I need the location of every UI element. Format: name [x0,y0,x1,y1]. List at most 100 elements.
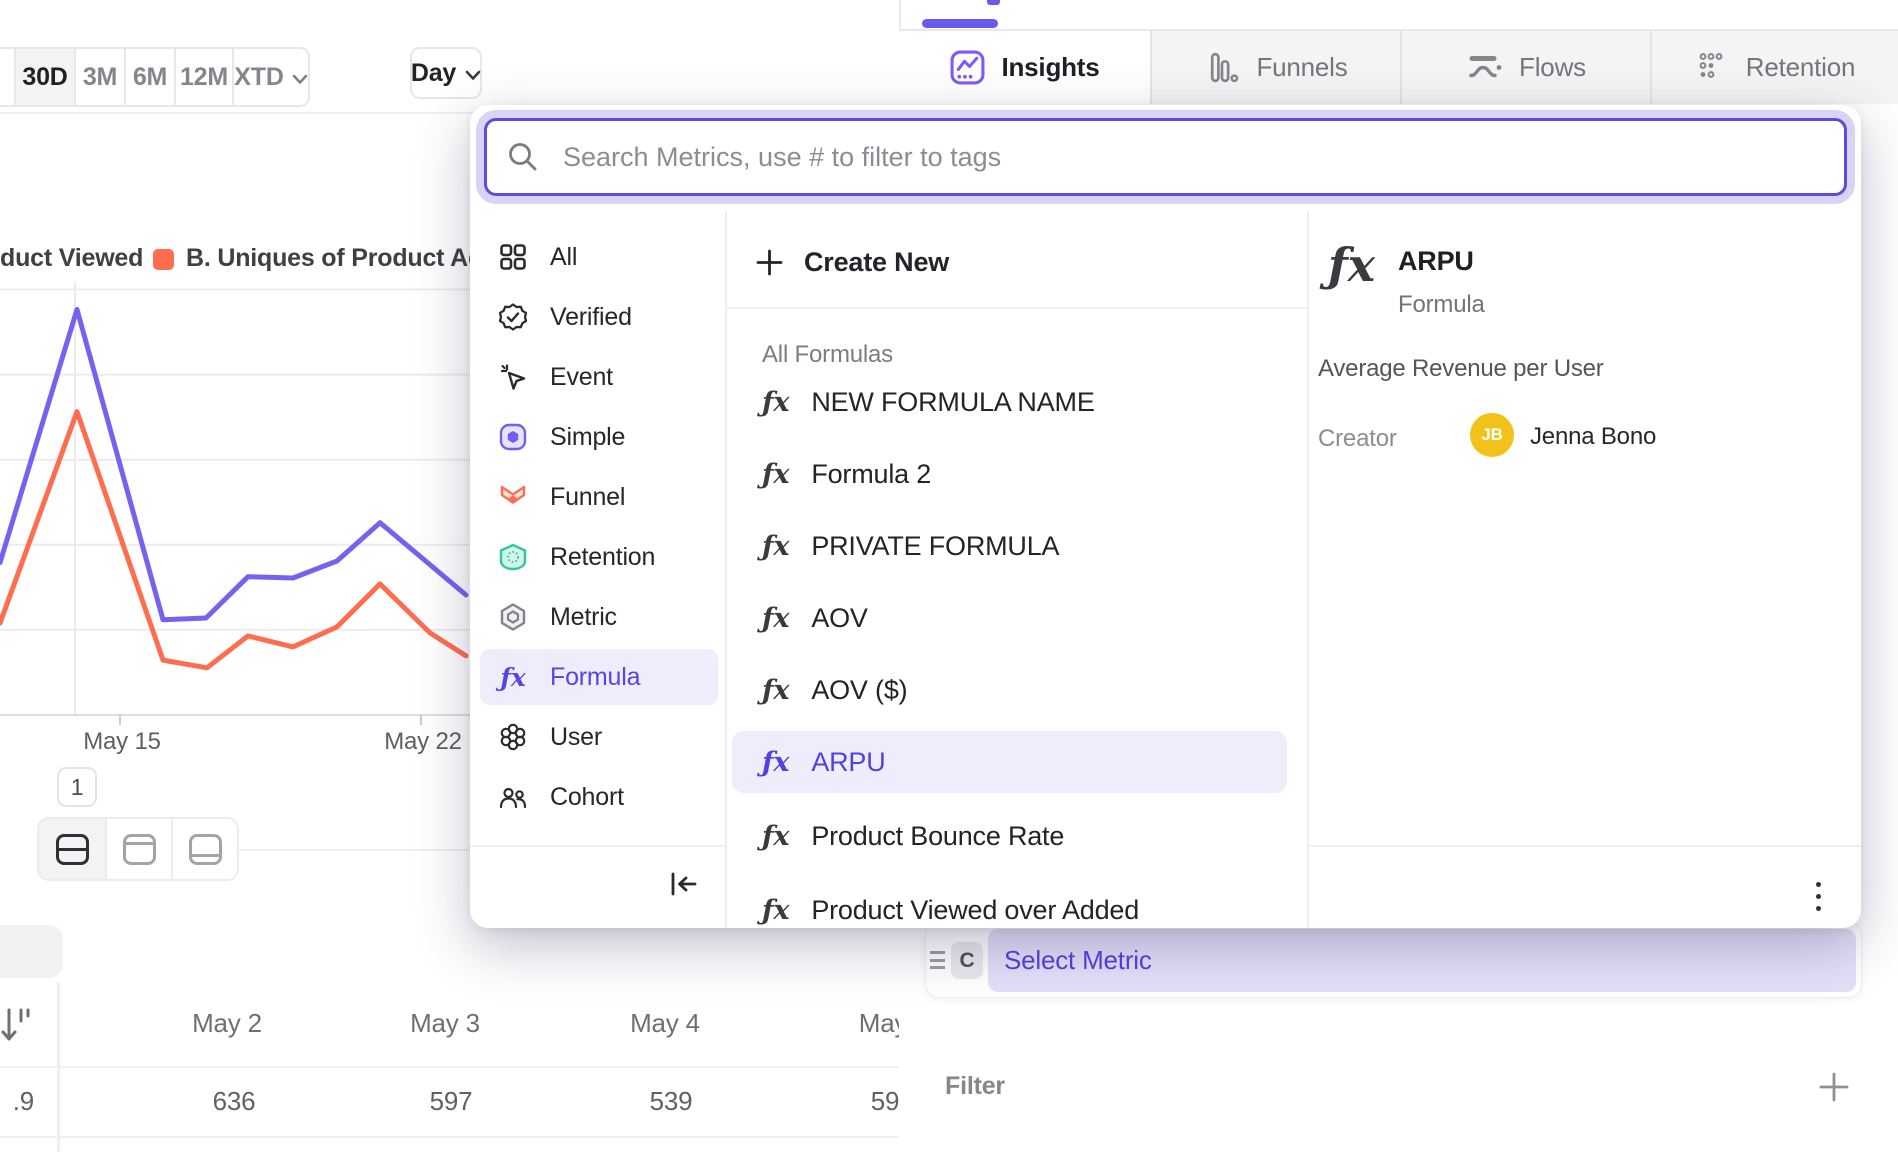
formula-fx-icon: ƒx [762,531,789,562]
table-frozen-column-divider [57,982,60,1152]
section-divider [237,849,470,851]
date-range-partial[interactable] [0,49,14,105]
legend-swatch-b [153,249,174,270]
formula-fx-icon: ƒx [762,747,789,778]
sort-descending-icon[interactable] [1,1004,31,1046]
sidebar-item-funnel[interactable]: Funnel [480,469,718,525]
tab-insights[interactable]: Insights [899,31,1150,104]
table-row-divider [0,1136,899,1138]
date-range-30d[interactable]: 30D [14,49,74,105]
table-header-partial[interactable]: May [783,1008,899,1039]
tab-funnels[interactable]: Funnels [1150,31,1400,104]
creator-label: Creator [1318,425,1397,453]
app-screen: 30D 3M 6M 12M XTD Day duct Viewed B. Uni… [0,0,1898,1152]
sidebar-item-label: Cohort [550,783,624,812]
collapse-left-icon [668,870,700,898]
legend-series-a[interactable]: duct Viewed [0,244,143,273]
sidebar-item-all[interactable]: All [480,229,718,285]
sidebar-item-verified[interactable]: Verified [480,289,718,345]
insights-chart-icon [949,49,986,86]
formula-item-label: Product Bounce Rate [811,821,1064,852]
formula-item-new-formula-name[interactable]: ƒxNEW FORMULA NAME [732,371,1287,433]
pagination-page-button[interactable]: 1 [57,767,97,807]
sidebar-item-formula[interactable]: ƒx Formula [480,649,718,705]
formula-item-arpu[interactable]: ƒxARPU [732,731,1287,793]
table-cell: 636 [134,1086,334,1117]
sidebar-footer-divider [470,845,725,847]
sidebar-item-label: Event [550,363,613,392]
sidebar-item-event[interactable]: Event [480,349,718,405]
formula-fx-icon: ƒx [762,603,789,634]
sidebar-item-label: Formula [550,663,640,692]
formula-item-aov-dollar[interactable]: ƒxAOV ($) [732,659,1287,721]
formula-item-product-bounce-rate[interactable]: ƒxProduct Bounce Rate [732,805,1287,867]
formula-item-aov[interactable]: ƒx AOV [732,587,1287,649]
report-tab-bar: Insights Funnels Flows [899,31,1898,104]
tab-flows[interactable]: Flows [1400,31,1650,104]
formula-item-formula-2[interactable]: ƒxFormula 2 [732,443,1287,505]
table-header-may4[interactable]: May 4 [565,1008,765,1039]
trend-chart [0,280,470,730]
table-header-may2[interactable]: May 2 [127,1008,327,1039]
formula-item-product-viewed-over-added[interactable]: ƒxProduct Viewed over Added [732,879,1287,941]
collapse-sidebar-button[interactable] [666,867,702,901]
date-range-12m[interactable]: 12M [174,49,232,105]
tab-retention[interactable]: Retention [1650,31,1898,104]
layout-table-only-button[interactable] [171,819,237,879]
formula-item-private-formula[interactable]: ƒx PRIVATE FORMULA [732,515,1287,577]
date-range-group: 30D 3M 6M 12M XTD [0,47,310,107]
layout-split-button[interactable] [39,819,105,879]
sidebar-item-metric[interactable]: Metric [480,589,718,645]
creator-name: Jenna Bono [1530,423,1656,451]
sidebar-item-label: All [550,243,577,272]
formula-fx-icon: ƒx [762,895,789,926]
creator-avatar: JB [1470,413,1514,457]
formula-item-label: PRIVATE FORMULA [811,531,1059,562]
sidebar-item-simple[interactable]: Simple [480,409,718,465]
x-axis-tick-label: May 22 [363,728,483,756]
granularity-dropdown[interactable]: Day [410,47,482,99]
date-range-xtd[interactable]: XTD [232,49,308,105]
verified-badge-icon [498,302,528,332]
date-range-6m[interactable]: 6M [124,49,174,105]
table-header-may3[interactable]: May 3 [345,1008,545,1039]
create-new-button[interactable]: Create New [756,235,949,289]
detail-divider [1307,211,1309,928]
more-options-kebab-icon[interactable] [1810,875,1826,917]
funnels-bars-icon [1204,49,1241,86]
cohort-people-icon [498,782,528,812]
sidebar-item-label: Retention [550,543,655,572]
legend-series-b[interactable]: B. Uniques of Product Add [186,244,498,273]
flows-waves-icon [1466,49,1504,86]
detail-footer-divider [1308,845,1861,847]
table-cell: 539 [571,1086,771,1117]
sidebar-divider [725,211,727,928]
add-filter-button[interactable] [1817,1070,1851,1104]
tab-label: Insights [1001,52,1099,83]
formula-item-label: Formula 2 [811,459,931,490]
formula-item-label: AOV [811,603,867,634]
create-new-divider [726,307,1307,309]
sidebar-item-cohort[interactable]: Cohort [480,769,718,825]
detail-title: ARPU [1398,246,1474,277]
sidebar-item-label: Funnel [550,483,625,512]
search-field-wrap [484,118,1847,196]
funnel-chevron-icon [498,482,528,512]
sidebar-item-label: Simple [550,423,625,452]
metric-hexagon-icon [498,602,528,632]
layout-bottom-icon [189,834,222,865]
drag-handle-icon[interactable] [930,951,945,970]
tab-label: Retention [1746,52,1856,83]
date-range-3m[interactable]: 3M [74,49,124,105]
sidebar-item-retention[interactable]: Retention [480,529,718,585]
create-new-label: Create New [804,247,949,278]
sidebar-item-user[interactable]: User [480,709,718,765]
chevron-down-icon [465,59,481,88]
plus-icon [756,249,783,276]
formula-item-label: AOV ($) [811,675,907,706]
pane-divider [899,0,901,29]
layout-chart-only-button[interactable] [105,819,171,879]
table-cell: 597 [351,1086,551,1117]
search-input[interactable] [484,118,1847,196]
detail-description: Average Revenue per User [1318,355,1604,383]
